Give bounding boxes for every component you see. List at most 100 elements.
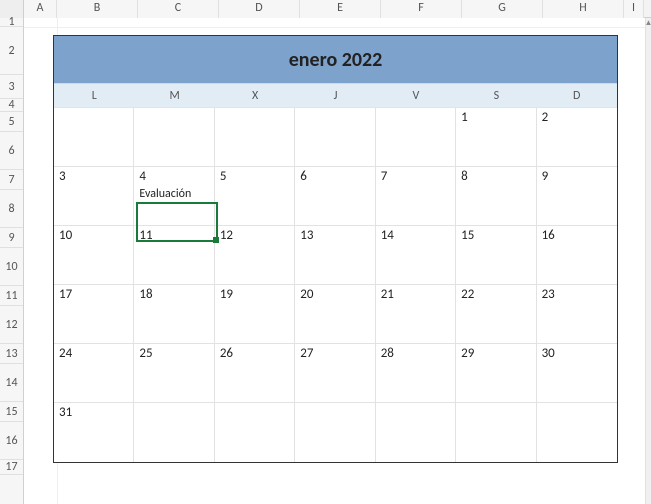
calendar-day-number: 10 bbox=[59, 228, 72, 243]
row-header-11[interactable]: 11 bbox=[0, 286, 23, 306]
day-header-sun: D bbox=[537, 84, 617, 107]
calendar-cell[interactable]: 12 bbox=[215, 226, 295, 285]
calendar-cell[interactable] bbox=[134, 108, 214, 167]
calendar-cell[interactable]: 14 bbox=[376, 226, 456, 285]
col-header-h[interactable]: H bbox=[543, 0, 624, 18]
calendar-day-number: 25 bbox=[139, 346, 152, 361]
calendar-cell[interactable]: 31 bbox=[54, 403, 134, 462]
calendar-cell[interactable]: 28 bbox=[376, 344, 456, 403]
col-header-g[interactable]: G bbox=[462, 0, 543, 18]
calendar-cell[interactable]: 2 bbox=[537, 108, 617, 167]
calendar-day-number: 13 bbox=[300, 228, 313, 243]
row-header-16[interactable]: 16 bbox=[0, 422, 23, 460]
calendar-day-number: 12 bbox=[220, 228, 233, 243]
row-header-13[interactable]: 13 bbox=[0, 344, 23, 364]
row-header-17[interactable]: 17 bbox=[0, 460, 23, 475]
calendar-cell[interactable]: 5 bbox=[215, 167, 295, 226]
calendar-cell[interactable] bbox=[215, 108, 295, 167]
calendar-cell[interactable] bbox=[295, 108, 375, 167]
calendar-day-number: 27 bbox=[300, 346, 313, 361]
row-header-9[interactable]: 9 bbox=[0, 228, 23, 248]
row-header-8[interactable]: 8 bbox=[0, 190, 23, 228]
col-header-e[interactable]: E bbox=[300, 0, 381, 18]
calendar-cell[interactable]: 29 bbox=[456, 344, 536, 403]
calendar-cell[interactable]: 21 bbox=[376, 285, 456, 344]
day-header-wed: X bbox=[215, 84, 295, 107]
vertical-scrollbar[interactable]: ▲ bbox=[645, 18, 651, 504]
spreadsheet: A B C D E F G H I 1 2 3 4 5 6 7 8 9 10 1… bbox=[0, 0, 651, 504]
calendar-cell[interactable]: 1 bbox=[456, 108, 536, 167]
calendar-cell[interactable]: 3 bbox=[54, 167, 134, 226]
calendar-day-number: 24 bbox=[59, 346, 72, 361]
calendar-cell[interactable]: 11 bbox=[134, 226, 214, 285]
calendar-cell[interactable]: 4 Evaluación bbox=[134, 167, 214, 226]
col-header-a[interactable]: A bbox=[24, 0, 57, 18]
calendar-cell[interactable]: 10 bbox=[54, 226, 134, 285]
calendar-day-number: 5 bbox=[220, 169, 227, 184]
calendar-cell[interactable] bbox=[456, 403, 536, 462]
col-header-f[interactable]: F bbox=[381, 0, 462, 18]
calendar-cell[interactable] bbox=[295, 403, 375, 462]
calendar-day-number: 20 bbox=[300, 287, 313, 302]
day-header-thu: J bbox=[295, 84, 375, 107]
calendar-cell[interactable]: 18 bbox=[134, 285, 214, 344]
cell-grid[interactable]: enero 2022 L M X J V S D 1234Evaluación5… bbox=[24, 18, 651, 504]
calendar-day-number: 30 bbox=[542, 346, 555, 361]
calendar-cell[interactable] bbox=[376, 403, 456, 462]
calendar-cell[interactable]: 6 bbox=[295, 167, 375, 226]
row-header-5[interactable]: 5 bbox=[0, 112, 23, 132]
row-header-3[interactable]: 3 bbox=[0, 75, 23, 99]
calendar-cell[interactable]: 20 bbox=[295, 285, 375, 344]
calendar-day-number: 26 bbox=[220, 346, 233, 361]
row-header-15[interactable]: 15 bbox=[0, 402, 23, 422]
calendar-day-number: 15 bbox=[461, 228, 474, 243]
calendar-cell[interactable]: 26 bbox=[215, 344, 295, 403]
calendar-cell[interactable]: 17 bbox=[54, 285, 134, 344]
calendar-cell[interactable] bbox=[376, 108, 456, 167]
calendar-cell[interactable]: 8 bbox=[456, 167, 536, 226]
calendar-cell[interactable] bbox=[134, 403, 214, 462]
calendar-day-number: 28 bbox=[381, 346, 394, 361]
row-header-14[interactable]: 14 bbox=[0, 364, 23, 402]
row-header-10[interactable]: 10 bbox=[0, 248, 23, 286]
calendar-day-number: 4 bbox=[139, 169, 146, 184]
calendar-cell[interactable]: 22 bbox=[456, 285, 536, 344]
row-header-12[interactable]: 12 bbox=[0, 306, 23, 344]
scroll-up-icon[interactable]: ▲ bbox=[646, 18, 651, 28]
calendar-cell[interactable]: 9 bbox=[537, 167, 617, 226]
calendar-cell[interactable]: 23 bbox=[537, 285, 617, 344]
calendar-cell[interactable] bbox=[537, 403, 617, 462]
calendar-cell[interactable]: 27 bbox=[295, 344, 375, 403]
calendar-cell[interactable]: 25 bbox=[134, 344, 214, 403]
col-header-c[interactable]: C bbox=[138, 0, 219, 18]
col-header-d[interactable]: D bbox=[219, 0, 300, 18]
calendar-cell[interactable]: 13 bbox=[295, 226, 375, 285]
row-header-6[interactable]: 6 bbox=[0, 132, 23, 170]
calendar-day-number: 11 bbox=[139, 228, 152, 243]
row-header-2[interactable]: 2 bbox=[0, 27, 23, 75]
calendar-day-number: 9 bbox=[542, 169, 549, 184]
col-header-b[interactable]: B bbox=[57, 0, 138, 18]
col-header-i[interactable]: I bbox=[624, 0, 644, 18]
calendar-day-number: 2 bbox=[542, 110, 549, 125]
row-header-1[interactable]: 1 bbox=[0, 18, 23, 27]
calendar-cell[interactable]: 30 bbox=[537, 344, 617, 403]
calendar-day-number: 1 bbox=[461, 110, 468, 125]
calendar-cell[interactable] bbox=[54, 108, 134, 167]
calendar-cell[interactable]: 16 bbox=[537, 226, 617, 285]
day-header-sat: S bbox=[456, 84, 536, 107]
calendar-cell[interactable] bbox=[215, 403, 295, 462]
calendar-cell[interactable]: 7 bbox=[376, 167, 456, 226]
calendar-cell[interactable]: 19 bbox=[215, 285, 295, 344]
row-header-4[interactable]: 4 bbox=[0, 99, 23, 112]
calendar-title: enero 2022 bbox=[54, 36, 617, 84]
calendar-cell[interactable]: 15 bbox=[456, 226, 536, 285]
calendar-cell[interactable]: 24 bbox=[54, 344, 134, 403]
calendar-day-number: 7 bbox=[381, 169, 388, 184]
calendar-note: Evaluación bbox=[139, 187, 191, 201]
day-header-mon: L bbox=[54, 84, 134, 107]
row-headers: 1 2 3 4 5 6 7 8 9 10 11 12 13 14 15 16 1… bbox=[0, 18, 24, 504]
row-header-7[interactable]: 7 bbox=[0, 170, 23, 190]
calendar-day-number: 23 bbox=[542, 287, 555, 302]
calendar-day-number: 3 bbox=[59, 169, 66, 184]
